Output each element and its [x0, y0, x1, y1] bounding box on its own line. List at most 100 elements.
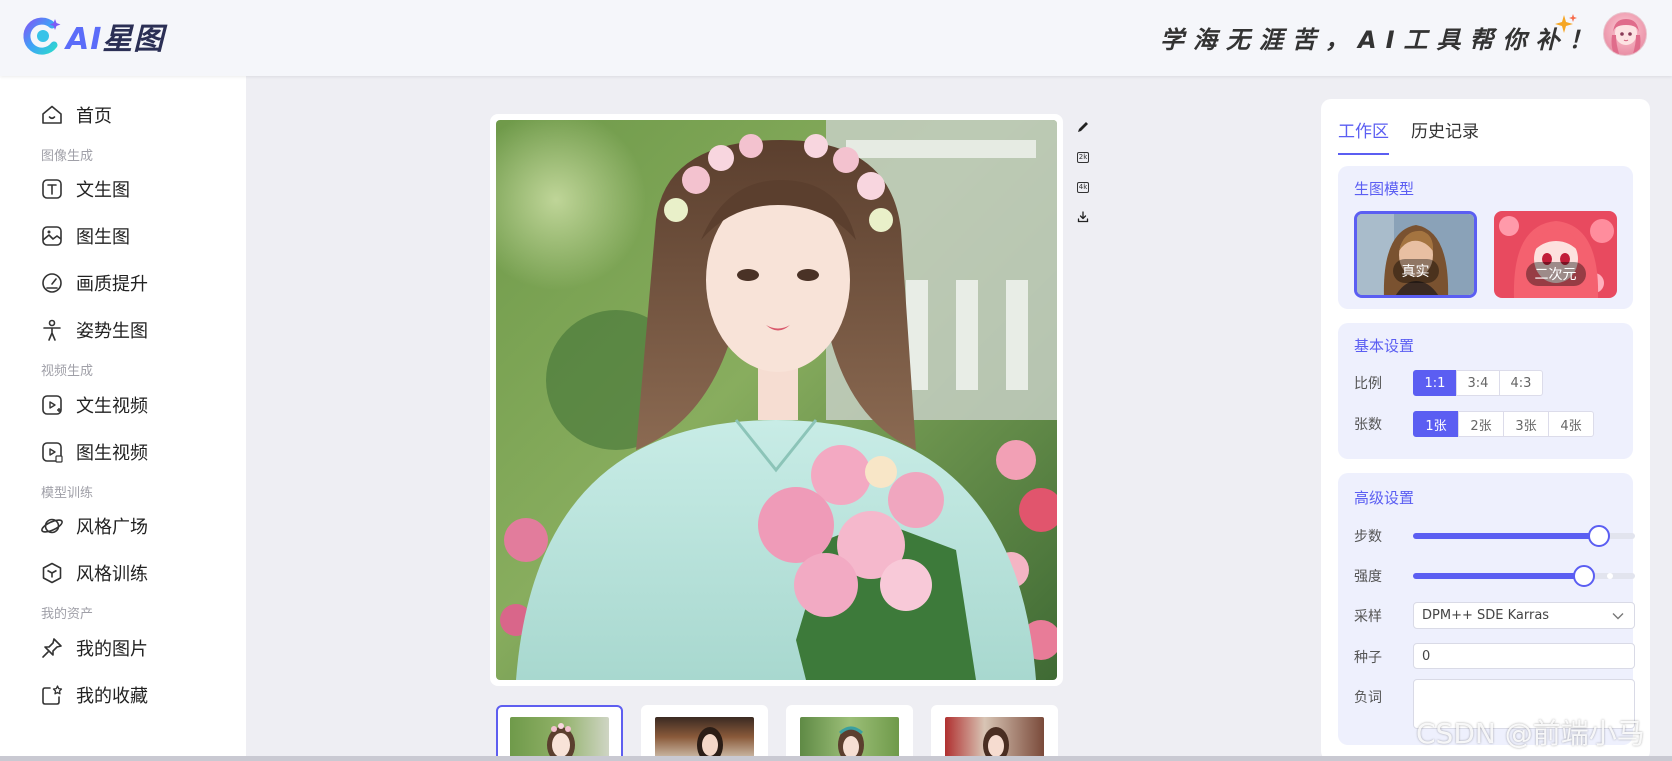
count-option-4[interactable]: 4张 [1548, 411, 1594, 437]
sidebar-item-label: 图生图 [76, 227, 130, 248]
advanced-settings-card: 高级设置 步数 强度 采样 DPM++ SDE Karras 种子 负词 [1338, 473, 1635, 745]
sidebar: 首页 图像生成 文生图 图生图 画质提升 姿势生图 视频生成 文生视频 图生视频… [0, 76, 246, 761]
tab-workspace[interactable]: 工作区 [1338, 117, 1389, 155]
sidebar-item-label: 图生视频 [76, 443, 148, 464]
sidebar-item-image-to-video[interactable]: 图生视频 [40, 436, 148, 468]
thumb-portrait [983, 727, 1009, 761]
section-my-assets: 我的资产 [41, 607, 94, 622]
chevron-down-icon [1612, 613, 1624, 620]
pencil-icon [1078, 122, 1088, 132]
ratio-option-3-4[interactable]: 3:4 [1456, 370, 1500, 396]
model-card-title: 生图模型 [1354, 180, 1415, 198]
slogan: 学海无涯苦，AI工具帮你补！ [1160, 26, 1602, 54]
pose-icon [43, 319, 61, 341]
strength-slider[interactable] [1413, 565, 1635, 587]
upscale-2k-button[interactable]: 2k [1074, 148, 1092, 166]
ratio-selector: 1:1 3:4 4:3 [1413, 370, 1543, 396]
logo[interactable]: AI星图 [22, 14, 164, 58]
tab-history[interactable]: 历史记录 [1411, 117, 1479, 155]
image-video-icon [42, 442, 63, 463]
sidebar-item-my-favorites[interactable]: 我的收藏 [40, 679, 148, 711]
thumbnail-1[interactable] [496, 705, 623, 761]
sidebar-item-my-images[interactable]: 我的图片 [40, 632, 148, 664]
panel-tabs: 工作区 历史记录 [1338, 117, 1501, 155]
settings-panel: 工作区 历史记录 生图模型 真实 二次元 基本设置 比例 1:1 3:4 4:3… [1321, 99, 1650, 761]
steps-label: 步数 [1354, 529, 1382, 545]
model-label: 真实 [1392, 259, 1439, 283]
logo-ai: AI [66, 22, 103, 57]
image-toolbar: 2k 4k [1074, 118, 1092, 238]
seed-input[interactable] [1413, 643, 1635, 669]
sidebar-item-pose[interactable]: 姿势生图 [40, 314, 148, 346]
thumbnail-3[interactable] [786, 705, 913, 761]
sidebar-item-label: 风格训练 [76, 564, 148, 585]
basic-settings-title: 基本设置 [1354, 337, 1415, 355]
count-option-3[interactable]: 3张 [1503, 411, 1549, 437]
watermark: CSDN @前端小马 [1416, 717, 1645, 750]
portrait-illustration [496, 120, 1057, 680]
strength-label: 强度 [1354, 569, 1382, 585]
strength-slider-knob[interactable] [1573, 565, 1595, 587]
thumbnail-4[interactable] [931, 705, 1058, 761]
sidebar-item-style-square[interactable]: 风格广场 [40, 510, 148, 542]
thumbnail-image [655, 717, 754, 761]
steps-slider[interactable] [1413, 525, 1635, 547]
sparkle-icon [1555, 14, 1577, 33]
upscale-4k-badge: 4k [1076, 181, 1090, 193]
sidebar-item-image-to-image[interactable]: 图生图 [40, 220, 130, 252]
thumb-portrait [697, 727, 723, 761]
sidebar-item-label: 我的收藏 [76, 686, 148, 707]
thumb-portrait [547, 723, 575, 761]
planet-icon [41, 518, 63, 534]
steps-slider-fill [1413, 533, 1599, 539]
generated-image-frame [490, 114, 1063, 686]
header: AI星图 学海无涯苦，AI工具帮你补！ [0, 0, 1672, 76]
sidebar-item-text-to-video[interactable]: 文生视频 [40, 389, 148, 421]
thumbnail-image [800, 717, 899, 761]
logo-text: AI星图 [66, 14, 164, 58]
sampler-value: DPM++ SDE Karras [1422, 608, 1550, 623]
download-icon [1077, 211, 1089, 223]
count-option-1[interactable]: 1张 [1413, 411, 1459, 437]
thumbnail-2[interactable] [641, 705, 768, 761]
sidebar-item-home[interactable]: 首页 [40, 99, 112, 131]
count-selector: 1张 2张 3张 4张 [1413, 411, 1594, 437]
strength-slider-stop [1607, 573, 1613, 579]
user-avatar[interactable] [1603, 12, 1647, 56]
sidebar-item-label: 画质提升 [76, 274, 148, 295]
model-realistic-thumb [1357, 214, 1474, 295]
model-card: 生图模型 真实 二次元 [1338, 166, 1633, 309]
upscale-4k-button[interactable]: 4k [1074, 178, 1092, 196]
section-image-generation: 图像生成 [41, 149, 94, 164]
model-option-realistic[interactable]: 真实 [1354, 211, 1477, 298]
text-video-icon [42, 395, 62, 415]
sampler-select[interactable]: DPM++ SDE Karras [1413, 602, 1635, 629]
sidebar-item-label: 文生图 [76, 180, 130, 201]
ratio-option-1-1[interactable]: 1:1 [1413, 370, 1457, 396]
text-image-icon [42, 179, 62, 199]
count-label: 张数 [1354, 417, 1382, 433]
model-option-anime[interactable]: 二次元 [1494, 211, 1617, 298]
seed-label: 种子 [1354, 650, 1382, 666]
section-video-generation: 视频生成 [41, 364, 94, 379]
advanced-settings-title: 高级设置 [1354, 489, 1415, 507]
edit-button[interactable] [1074, 118, 1092, 136]
basic-settings-card: 基本设置 比例 1:1 3:4 4:3 张数 1张 2张 3张 4张 [1338, 323, 1633, 459]
sidebar-item-text-to-image[interactable]: 文生图 [40, 173, 130, 205]
sidebar-item-style-training[interactable]: 风格训练 [40, 557, 148, 589]
generated-image[interactable] [496, 120, 1057, 680]
strength-slider-fill [1413, 573, 1584, 579]
image-image-icon [42, 226, 62, 246]
sidebar-item-label: 风格广场 [76, 517, 148, 538]
horizontal-scrollbar[interactable] [0, 756, 1672, 761]
count-option-2[interactable]: 2张 [1458, 411, 1504, 437]
steps-slider-knob[interactable] [1588, 525, 1610, 547]
model-label: 二次元 [1525, 262, 1586, 286]
sidebar-item-label: 文生视频 [76, 396, 148, 417]
thumbnail-strip [496, 705, 1076, 761]
avatar-portrait [1611, 19, 1641, 55]
ratio-option-4-3[interactable]: 4:3 [1499, 370, 1543, 396]
sidebar-item-quality[interactable]: 画质提升 [40, 267, 148, 299]
download-button[interactable] [1074, 208, 1092, 226]
thumb-portrait [838, 726, 864, 761]
